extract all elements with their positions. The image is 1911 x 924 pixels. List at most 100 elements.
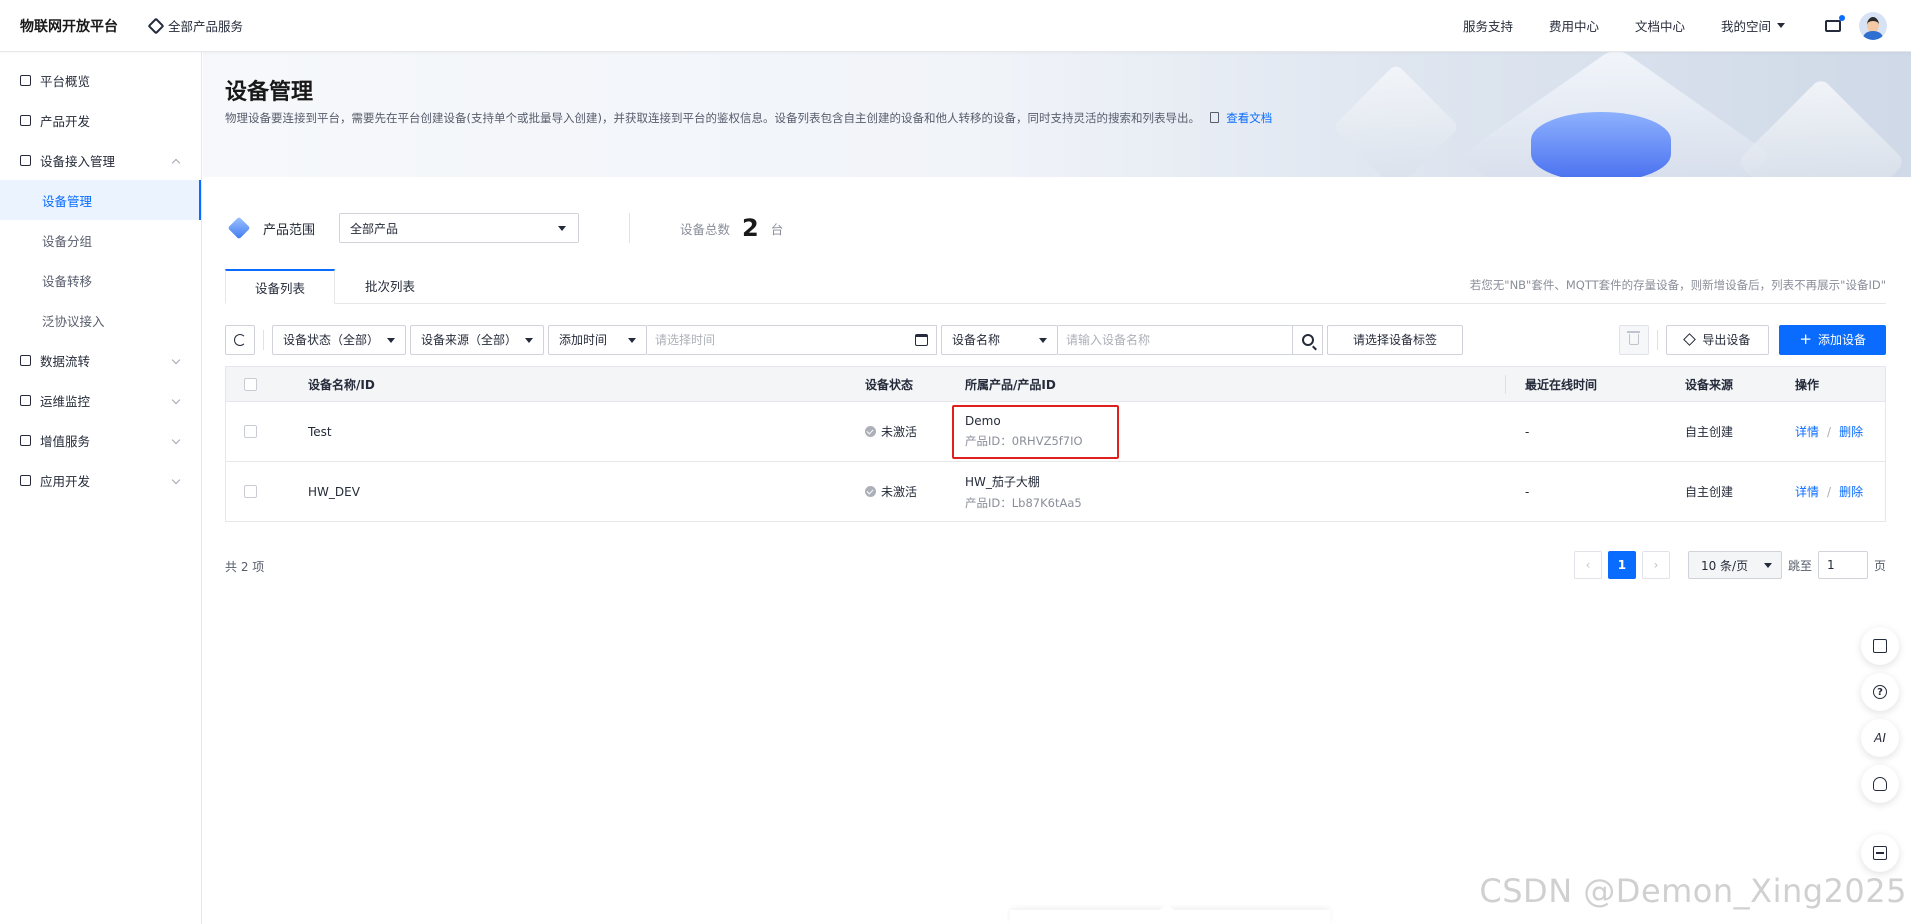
device-name[interactable]: HW_DEV [308, 485, 865, 499]
next-page-button[interactable]: › [1641, 551, 1670, 579]
sidebar-item-value-added[interactable]: 增值服务 [0, 420, 201, 460]
link-icon [20, 474, 31, 486]
device-source: 自主创建 [1685, 485, 1734, 499]
monitor-icon [20, 394, 31, 406]
table-row: HW_DEV 未激活 HW_茄子大棚 产品ID：Lb87K6tAa5 - 自主创… [226, 462, 1885, 522]
sidebar-subitem-device-transfer[interactable]: 设备转移 [0, 260, 201, 300]
device-source-select[interactable]: 设备来源（全部） [410, 324, 544, 355]
row-checkbox[interactable] [244, 485, 257, 498]
refresh-button[interactable] [225, 324, 255, 355]
date-picker-placeholder: 请选择时间 [655, 333, 716, 347]
cloud-upload-icon [1873, 777, 1887, 791]
send-icon [20, 434, 31, 446]
status-check-icon [865, 486, 876, 497]
cloud-button[interactable] [1861, 765, 1899, 803]
brand-logo[interactable]: 物联网开放平台 [0, 16, 150, 36]
sidebar-item-device-access[interactable]: 设备接入管理 [0, 140, 201, 180]
document-icon [1209, 112, 1219, 123]
date-picker-input[interactable]: 请选择时间 [647, 324, 937, 355]
tab-device-list[interactable]: 设备列表 [225, 269, 335, 304]
banner-decoration [1332, 63, 1460, 177]
sidebar-item-app-dev[interactable]: 应用开发 [0, 460, 201, 500]
watermark: CSDN @Demon_Xing2025 [1479, 872, 1907, 910]
avatar[interactable] [1859, 11, 1887, 40]
refresh-icon [234, 333, 246, 346]
column-resizer[interactable] [1505, 375, 1506, 394]
annotation-highlight-box [952, 405, 1119, 459]
trash-icon [1627, 331, 1641, 345]
select-all-checkbox[interactable] [244, 377, 257, 391]
calendar-icon [915, 333, 928, 346]
product-range-select[interactable]: 全部产品 [339, 213, 580, 243]
last-online-time: - [1525, 484, 1530, 499]
search-button[interactable] [1293, 324, 1323, 355]
device-name-input[interactable]: 请输入设备名称 [1058, 324, 1293, 355]
feedback-button[interactable] [1861, 627, 1899, 665]
device-status-text: 未激活 [881, 425, 918, 439]
delete-link[interactable]: 删除 [1839, 485, 1863, 499]
sidebar-item-data-flow[interactable]: 数据流转 [0, 340, 201, 380]
tab-batch-list[interactable]: 批次列表 [335, 268, 445, 303]
banner-decoration [1736, 77, 1906, 177]
page-number-button[interactable]: 1 [1607, 551, 1636, 579]
diamond-icon [147, 17, 165, 34]
edit-icon [1873, 639, 1887, 653]
data-flow-icon [20, 354, 31, 366]
help-button[interactable]: ? [1861, 673, 1899, 711]
product-name: HW_茄子大棚 [965, 474, 1040, 489]
add-device-label: 添加设备 [1817, 333, 1866, 347]
prev-page-button[interactable]: ‹ [1573, 551, 1602, 579]
mail-icon[interactable] [1825, 14, 1845, 32]
device-name[interactable]: Test [308, 425, 865, 439]
sidebar-item-ops-monitor[interactable]: 运维监控 [0, 380, 201, 420]
total-items-count: 共 2 项 [225, 560, 265, 574]
device-tag-select[interactable]: 请选择设备标签 [1327, 324, 1463, 355]
time-field-select[interactable]: 添加时间 [548, 324, 647, 355]
detail-link[interactable]: 详情 [1795, 485, 1819, 499]
product-id: 产品ID：Lb87K6tAa5 [965, 495, 1082, 510]
jump-page-input[interactable]: 1 [1817, 551, 1868, 579]
ai-assistant-button[interactable]: AI [1861, 719, 1899, 757]
sidebar-subitem-device-group[interactable]: 设备分组 [0, 220, 201, 260]
sidebar-subitem-device-management[interactable]: 设备管理 [0, 180, 201, 220]
all-products-label: 全部产品服务 [168, 19, 244, 34]
column-header-source: 设备来源 [1685, 377, 1734, 392]
name-field-select[interactable]: 设备名称 [941, 324, 1058, 355]
cube-icon [20, 114, 31, 126]
export-devices-button[interactable]: 导出设备 [1666, 324, 1770, 355]
sidebar-item-product-dev[interactable]: 产品开发 [0, 100, 201, 140]
sidebar-item-label: 平台概览 [40, 73, 91, 89]
nav-billing-center[interactable]: 费用中心 [1549, 16, 1599, 35]
nav-my-space[interactable]: 我的空间 [1721, 16, 1785, 35]
export-label: 导出设备 [1702, 333, 1751, 347]
delete-link[interactable]: 删除 [1839, 425, 1863, 439]
sidebar-item-label: 数据流转 [40, 353, 91, 369]
banner-decoration [1531, 112, 1671, 177]
row-checkbox[interactable] [244, 425, 257, 438]
detail-link[interactable]: 详情 [1795, 425, 1819, 439]
all-products-menu[interactable]: 全部产品服务 [147, 16, 244, 35]
filter-toolbar: 设备状态（全部） 设备来源（全部） 添加时间 请选择时间 设备名称 请输入设备名… [225, 324, 1886, 355]
nav-service-support[interactable]: 服务支持 [1463, 16, 1513, 35]
action-separator: / [1827, 485, 1832, 499]
divider [263, 329, 264, 350]
device-total-count: 2 [742, 214, 759, 242]
jump-to-label: 跳至 [1787, 558, 1812, 573]
nav-doc-center[interactable]: 文档中心 [1635, 16, 1685, 35]
tab-bar: 设备列表 批次列表 若您无"NB"套件、MQTT套件的存量设备，则新增设备后，列… [225, 269, 1886, 304]
last-online-time: - [1525, 424, 1530, 439]
product-cell: HW_茄子大棚 产品ID：Lb87K6tAa5 [965, 473, 1525, 511]
page-description: 物理设备要连接到平台，需要先在平台创建设备(支持单个或批量导入创建)，并获取连接… [225, 110, 1272, 126]
top-nav: 服务支持 费用中心 文档中心 我的空间 [1463, 11, 1911, 40]
bottom-popover [1010, 903, 1330, 924]
device-source: 自主创建 [1685, 425, 1734, 439]
add-device-button[interactable]: + 添加设备 [1779, 324, 1886, 355]
batch-delete-button[interactable] [1619, 324, 1650, 355]
page-size-select[interactable]: 10 条/页 [1687, 551, 1782, 579]
sidebar-subitem-protocol-access[interactable]: 泛协议接入 [0, 300, 201, 340]
device-status-select[interactable]: 设备状态（全部） [272, 324, 406, 355]
pagination: ‹ 1 › 10 条/页 跳至 1 页 [1573, 551, 1886, 579]
view-docs-link[interactable]: 查看文档 [1226, 111, 1272, 125]
collapse-button[interactable] [1861, 834, 1899, 872]
sidebar-item-overview[interactable]: 平台概览 [0, 60, 201, 100]
